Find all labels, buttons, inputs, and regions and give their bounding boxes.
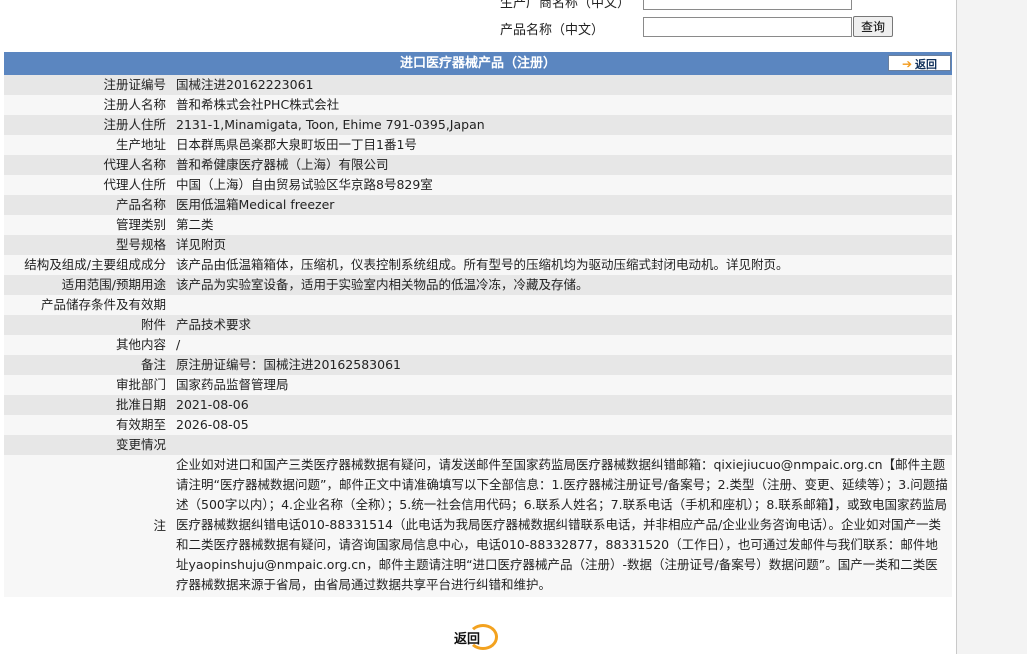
notice-row: 注企业如对进口和国产三类医疗器械数据有疑问，请发送邮件至国家药监局医疗器械数据纠… (4, 455, 952, 597)
panel-title-bar: 进口医疗器械产品（注册） ➔ 返回 (4, 52, 952, 75)
notice-label: 注 (4, 455, 170, 597)
right-gutter (956, 0, 1027, 654)
detail-row: 备注 原注册证编号：国械注进20162583061 (4, 355, 952, 375)
panel-title: 进口医疗器械产品（注册） (399, 56, 556, 71)
field-label: 结构及组成/主要组成成分 (4, 255, 170, 275)
field-value: 国家药品监督管理局 (170, 375, 952, 395)
detail-row: 注册人名称 普和希株式会社PHC株式会社 (4, 95, 952, 115)
detail-row: 变更情况 (4, 435, 952, 455)
query-button[interactable]: 查询 (853, 16, 893, 37)
detail-row: 批准日期 2021-08-06 (4, 395, 952, 415)
company-name-label: 生产厂商名称（中文） (500, 0, 631, 11)
field-value: 该产品为实验室设备，适用于实验室内相关物品的低温冷冻，冷藏及存储。 (170, 275, 952, 295)
field-label: 备注 (4, 355, 170, 375)
notice-text: 企业如对进口和国产三类医疗器械数据有疑问，请发送邮件至国家药监局医疗器械数据纠错… (170, 455, 952, 597)
detail-row: 代理人名称 普和希健康医疗器械（上海）有限公司 (4, 155, 952, 175)
field-label: 型号规格 (4, 235, 170, 255)
field-value: 产品技术要求 (170, 315, 952, 335)
detail-table: 注册证编号 国械注进20162223061 注册人名称 普和希株式会社PHC株式会社注… (4, 75, 952, 597)
field-value: 第二类 (170, 215, 952, 235)
field-value: 该产品由低温箱箱体，压缩机，仪表控制系统组成。所有型号的压缩机均为驱动压缩式封闭… (170, 255, 952, 275)
field-label: 附件 (4, 315, 170, 335)
detail-row: 其他内容 / (4, 335, 952, 355)
field-value: 普和希健康医疗器械（上海）有限公司 (170, 155, 952, 175)
field-value: 医用低温箱Medical freezer (170, 195, 952, 215)
detail-row: 注册证编号 国械注进20162223061 (4, 75, 952, 95)
field-label: 产品名称 (4, 195, 170, 215)
detail-row: 审批部门 国家药品监督管理局 (4, 375, 952, 395)
product-name-label: 产品名称（中文） (500, 23, 605, 38)
field-value: 日本群馬県邑楽郡大泉町坂田一丁目1番1号 (170, 135, 952, 155)
back-button-bottom[interactable]: 返回 (454, 623, 502, 651)
field-label: 批准日期 (4, 395, 170, 415)
field-label: 审批部门 (4, 375, 170, 395)
field-label: 注册人住所 (4, 115, 170, 135)
field-value: 原注册证编号：国械注进20162583061 (170, 355, 952, 375)
field-label: 代理人住所 (4, 175, 170, 195)
field-value (170, 295, 952, 315)
detail-row: 管理类别 第二类 (4, 215, 952, 235)
product-name-input[interactable] (643, 17, 852, 37)
back-button-top-label: 返回 (915, 58, 938, 71)
field-label: 注册人名称 (4, 95, 170, 115)
field-value (170, 435, 952, 455)
field-label: 产品储存条件及有效期 (4, 295, 170, 315)
detail-panel: 进口医疗器械产品（注册） ➔ 返回 注册证编号 国械注进20162223061 注册人… (4, 52, 952, 597)
field-label: 代理人名称 (4, 155, 170, 175)
detail-row: 产品名称 医用低温箱Medical freezer (4, 195, 952, 215)
detail-row: 代理人住所 中国（上海）自由贸易试验区华京路8号829室 (4, 175, 952, 195)
detail-row: 适用范围/预期用途 该产品为实验室设备，适用于实验室内相关物品的低温冷冻，冷藏及存… (4, 275, 952, 295)
detail-row: 型号规格 详见附页 (4, 235, 952, 255)
detail-row: 产品储存条件及有效期 (4, 295, 952, 315)
arrow-right-icon: ➔ (901, 57, 913, 71)
field-value: 2026-08-05 (170, 415, 952, 435)
field-value: 2021-08-06 (170, 395, 952, 415)
field-value: 国械注进20162223061 (170, 75, 952, 95)
field-label: 生产地址 (4, 135, 170, 155)
field-label: 注册证编号 (4, 75, 170, 95)
company-name-input[interactable] (643, 0, 852, 10)
field-label: 其他内容 (4, 335, 170, 355)
field-label: 适用范围/预期用途 (4, 275, 170, 295)
field-label: 有效期至 (4, 415, 170, 435)
field-value: 普和希株式会社PHC株式会社 (170, 95, 952, 115)
field-value: 详见附页 (170, 235, 952, 255)
field-value: / (170, 335, 952, 355)
detail-row: 结构及组成/主要组成成分 该产品由低温箱箱体，压缩机，仪表控制系统组成。所有型号的… (4, 255, 952, 275)
field-label: 变更情况 (4, 435, 170, 455)
field-label: 管理类别 (4, 215, 170, 235)
back-button-bottom-label: 返回 (454, 632, 481, 647)
detail-row: 有效期至 2026-08-05 (4, 415, 952, 435)
back-button-top[interactable]: ➔ 返回 (888, 55, 951, 71)
field-value: 2131-1,Minamigata, Toon, Ehime 791-0395,… (170, 115, 952, 135)
field-value: 中国（上海）自由贸易试验区华京路8号829室 (170, 175, 952, 195)
detail-row: 生产地址 日本群馬県邑楽郡大泉町坂田一丁目1番1号 (4, 135, 952, 155)
detail-row: 附件 产品技术要求 (4, 315, 952, 335)
detail-row: 注册人住所 2131-1,Minamigata, Toon, Ehime 791-… (4, 115, 952, 135)
